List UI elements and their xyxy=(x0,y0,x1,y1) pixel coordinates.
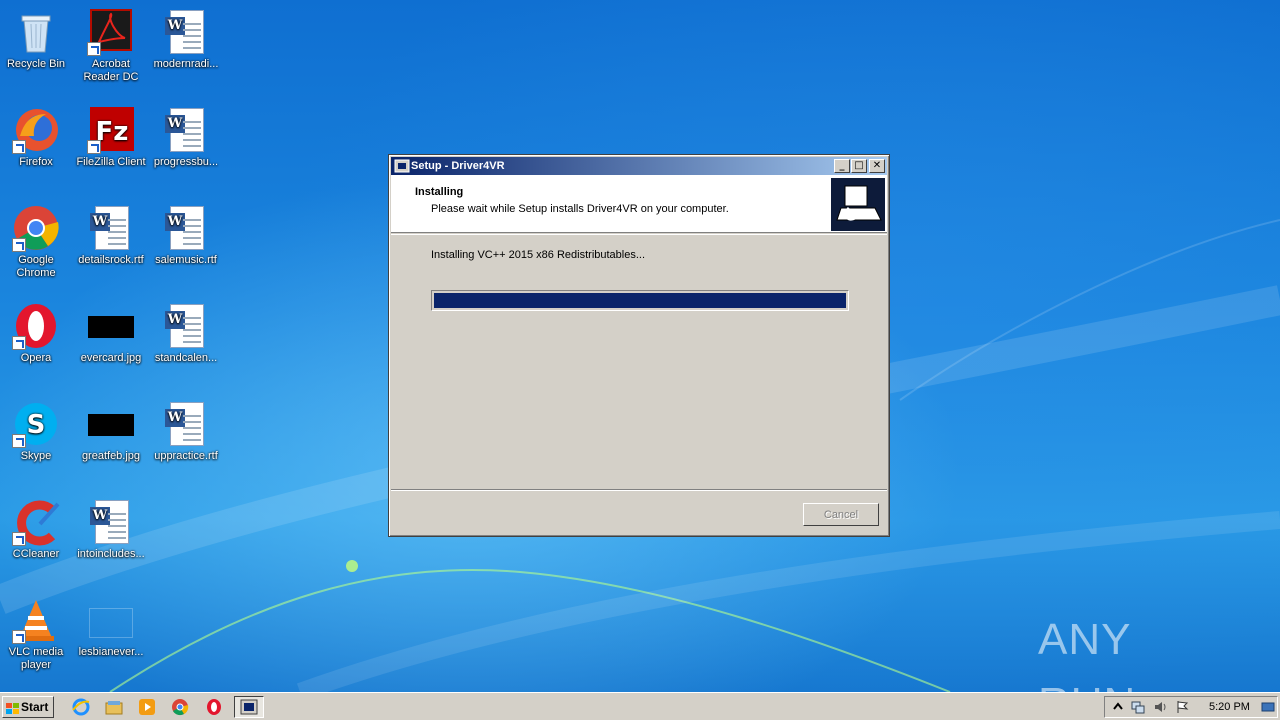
desktop-icon-ccleaner[interactable]: CCleaner xyxy=(0,498,74,561)
word-document-icon: W xyxy=(162,400,210,448)
dialog-header-panel: Installing Please wait while Setup insta… xyxy=(391,175,887,233)
close-button[interactable]: ✕ xyxy=(869,159,885,173)
shortcut-arrow-icon xyxy=(12,238,26,252)
word-document-icon: W xyxy=(162,302,210,350)
desktop-icon-uppractice[interactable]: W uppractice.rtf xyxy=(148,400,224,463)
desktop-icon-skype[interactable]: S Skype xyxy=(0,400,74,463)
shortcut-arrow-icon xyxy=(87,42,101,56)
desktop-icon-intoincludes[interactable]: W intoincludes... xyxy=(73,498,149,561)
setup-dialog: Setup - Driver4VR _ □ ✕ Installing Pleas… xyxy=(388,154,890,537)
progress-fill xyxy=(434,293,846,308)
word-document-icon: W xyxy=(162,106,210,154)
start-button[interactable]: Start xyxy=(2,696,54,718)
desktop-icon-detailsrock[interactable]: W detailsrock.rtf xyxy=(73,204,149,267)
setup-app-icon xyxy=(394,158,410,174)
desktop-icon-recycle-bin[interactable]: Recycle Bin xyxy=(0,8,74,71)
word-document-icon: W xyxy=(162,8,210,56)
footer-divider xyxy=(391,489,887,491)
start-label: Start xyxy=(21,700,49,714)
recycle-bin-icon xyxy=(12,8,60,56)
desktop-icon-modernradi[interactable]: W modernradi... xyxy=(148,8,224,71)
image-thumbnail-icon xyxy=(87,400,135,448)
ccleaner-icon xyxy=(12,498,60,546)
desktop-icon-vlc[interactable]: VLC media player xyxy=(0,596,74,672)
desktop-icon-google-chrome[interactable]: Google Chrome xyxy=(0,204,74,280)
installer-computer-icon xyxy=(831,178,885,231)
cancel-button[interactable]: Cancel xyxy=(803,503,879,526)
explorer-icon[interactable] xyxy=(105,698,123,716)
header-title: Installing xyxy=(415,186,464,198)
word-document-icon: W xyxy=(87,204,135,252)
taskbar-item-setup[interactable] xyxy=(234,696,264,718)
chrome-icon[interactable] xyxy=(171,698,189,716)
image-thumbnail-icon xyxy=(87,302,135,350)
taskbar: Start 5:20 PM xyxy=(0,692,1280,720)
show-desktop-icon[interactable] xyxy=(1261,700,1275,714)
desktop-icon-acrobat-reader[interactable]: Acrobat Reader DC xyxy=(73,8,149,84)
shortcut-arrow-icon xyxy=(12,434,26,448)
desktop-icon-firefox[interactable]: Firefox xyxy=(0,106,74,169)
vlc-icon xyxy=(12,596,60,644)
system-tray: 5:20 PM xyxy=(1104,696,1278,718)
desktop-icon-opera[interactable]: Opera xyxy=(0,302,74,365)
windows-logo-icon xyxy=(6,701,19,714)
shortcut-arrow-icon xyxy=(87,140,101,154)
shortcut-arrow-icon xyxy=(12,140,26,154)
shortcut-arrow-icon xyxy=(12,532,26,546)
close-icon: ✕ xyxy=(872,160,882,171)
maximize-button[interactable]: □ xyxy=(851,159,867,173)
shortcut-arrow-icon xyxy=(12,630,26,644)
install-progress-bar xyxy=(431,290,849,311)
desktop-icon-evercard[interactable]: evercard.jpg xyxy=(73,302,149,365)
show-hidden-icons-icon[interactable] xyxy=(1111,700,1125,714)
word-document-icon: W xyxy=(87,498,135,546)
desktop-icon-progressbu[interactable]: W progressbu... xyxy=(148,106,224,169)
anyrun-watermark: ANY RUN xyxy=(1038,608,1238,692)
minimize-button[interactable]: _ xyxy=(834,159,850,173)
setup-app-icon xyxy=(240,699,258,715)
file-icon xyxy=(87,596,135,644)
desktop-icon-greatfeb[interactable]: greatfeb.jpg xyxy=(73,400,149,463)
ie-icon[interactable] xyxy=(72,698,90,716)
chrome-icon xyxy=(12,204,60,252)
opera-icon xyxy=(12,302,60,350)
word-document-icon: W xyxy=(162,204,210,252)
desktop-icon-standcalen[interactable]: W standcalen... xyxy=(148,302,224,365)
volume-icon[interactable] xyxy=(1153,700,1167,714)
maximize-icon: □ xyxy=(854,160,864,171)
media-player-icon[interactable] xyxy=(138,698,156,716)
action-center-flag-icon[interactable] xyxy=(1175,700,1189,714)
desktop-icon-salemusic[interactable]: W salemusic.rtf xyxy=(148,204,224,267)
header-subtitle: Please wait while Setup installs Driver4… xyxy=(431,203,729,215)
network-icon[interactable] xyxy=(1131,700,1145,714)
desktop-icon-filezilla[interactable]: Fz FileZilla Client xyxy=(73,106,149,169)
minimize-icon: _ xyxy=(839,160,845,171)
dialog-titlebar[interactable]: Setup - Driver4VR _ □ ✕ xyxy=(391,157,887,175)
desktop: Recycle Bin Firefox Google Chrome Opera … xyxy=(0,0,1280,692)
install-status-text: Installing VC++ 2015 x86 Redistributable… xyxy=(431,249,646,261)
header-divider xyxy=(391,234,887,235)
firefox-icon xyxy=(12,106,60,154)
desktop-icon-lesbianever[interactable]: lesbianever... xyxy=(73,596,149,659)
svg-text:S: S xyxy=(27,410,46,440)
filezilla-icon: Fz xyxy=(87,106,135,154)
shortcut-arrow-icon xyxy=(12,336,26,350)
acrobat-icon xyxy=(87,8,135,56)
dialog-title: Setup - Driver4VR xyxy=(411,160,505,172)
opera-icon[interactable] xyxy=(205,698,223,716)
clock[interactable]: 5:20 PM xyxy=(1209,701,1250,713)
watermark-text: ANY RUN xyxy=(1038,615,1135,692)
skype-icon: S xyxy=(12,400,60,448)
